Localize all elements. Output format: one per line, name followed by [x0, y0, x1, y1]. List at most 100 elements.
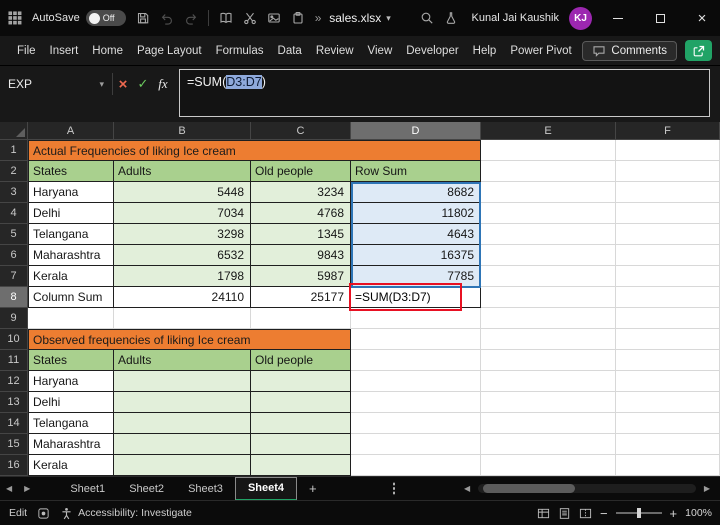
app-launcher-icon[interactable]: [8, 11, 22, 25]
cell-F14[interactable]: [616, 413, 720, 434]
cell-B13[interactable]: [114, 392, 251, 413]
formula-input[interactable]: =SUM(D3:D7): [179, 69, 710, 117]
sheet-tab-sheet3[interactable]: Sheet3: [176, 477, 235, 501]
cell-D12[interactable]: [351, 371, 481, 392]
cell-B4[interactable]: 7034: [114, 203, 251, 224]
row-header-11[interactable]: 11: [0, 350, 28, 371]
cell-A4[interactable]: Delhi: [28, 203, 114, 224]
cut-icon[interactable]: [243, 11, 257, 25]
cell-D3[interactable]: 8682: [351, 182, 481, 203]
row-header-8[interactable]: 8: [0, 287, 28, 308]
zoom-out-button[interactable]: −: [600, 506, 608, 521]
row-header-1[interactable]: 1: [0, 140, 28, 161]
cell-E3[interactable]: [481, 182, 616, 203]
ribbon-tab-data[interactable]: Data: [271, 36, 309, 66]
cell-B14[interactable]: [114, 413, 251, 434]
new-sheet-button[interactable]: +: [297, 481, 329, 496]
cell-F9[interactable]: [616, 308, 720, 329]
file-name-control[interactable]: sales.xlsx ▾: [329, 11, 391, 25]
page-break-view-icon[interactable]: [579, 507, 592, 520]
sheet-nav-right-icon[interactable]: ▶: [18, 484, 36, 493]
row-header-10[interactable]: 10: [0, 329, 28, 350]
row-header-5[interactable]: 5: [0, 224, 28, 245]
cell-B3[interactable]: 5448: [114, 182, 251, 203]
cell-E12[interactable]: [481, 371, 616, 392]
cell-F11[interactable]: [616, 350, 720, 371]
ribbon-tab-formulas[interactable]: Formulas: [209, 36, 271, 66]
ribbon-tab-home[interactable]: Home: [85, 36, 130, 66]
scroll-right-icon[interactable]: ▶: [698, 484, 716, 493]
cell-A15[interactable]: Maharashtra: [28, 434, 114, 455]
cell-A5[interactable]: Telangana: [28, 224, 114, 245]
cell-D6[interactable]: 16375: [351, 245, 481, 266]
column-header-D[interactable]: D: [351, 122, 481, 140]
zoom-slider[interactable]: [616, 512, 662, 514]
cell-A16[interactable]: Kerala: [28, 455, 114, 476]
avatar[interactable]: KJ: [569, 7, 592, 30]
name-box[interactable]: EXP ▾: [0, 66, 112, 102]
cell-E14[interactable]: [481, 413, 616, 434]
cell-F10[interactable]: [616, 329, 720, 350]
name-box-dropdown-icon[interactable]: ▾: [99, 79, 104, 90]
accessibility-checker[interactable]: Accessibility: Investigate: [60, 507, 192, 520]
cell-C8[interactable]: 25177: [251, 287, 351, 308]
redo-icon[interactable]: [184, 11, 198, 25]
toolbar-overflow-icon[interactable]: »: [315, 11, 322, 25]
book-icon[interactable]: [219, 11, 233, 25]
sheet-tab-sheet2[interactable]: Sheet2: [117, 477, 176, 501]
cell-C15[interactable]: [251, 434, 351, 455]
cell-C4[interactable]: 4768: [251, 203, 351, 224]
zoom-slider-thumb[interactable]: [637, 508, 641, 518]
cell-D10[interactable]: [351, 329, 481, 350]
sheet-nav-left-icon[interactable]: ◀: [0, 484, 18, 493]
cell-B5[interactable]: 3298: [114, 224, 251, 245]
cell-B2[interactable]: Adults: [114, 161, 251, 182]
cell-F6[interactable]: [616, 245, 720, 266]
cell-A14[interactable]: Telangana: [28, 413, 114, 434]
ribbon-tab-developer[interactable]: Developer: [399, 36, 465, 66]
cell-A12[interactable]: Haryana: [28, 371, 114, 392]
row-header-6[interactable]: 6: [0, 245, 28, 266]
cell-A3[interactable]: Haryana: [28, 182, 114, 203]
cell-D14[interactable]: [351, 413, 481, 434]
zoom-in-button[interactable]: +: [670, 506, 678, 521]
sheet-menu-icon[interactable]: [393, 487, 396, 490]
cell-C13[interactable]: [251, 392, 351, 413]
macro-record-icon[interactable]: [37, 507, 50, 520]
cell-E10[interactable]: [481, 329, 616, 350]
cell-E7[interactable]: [481, 266, 616, 287]
cell-C12[interactable]: [251, 371, 351, 392]
enter-button[interactable]: ✓: [133, 66, 153, 102]
cell-D8[interactable]: =SUM(D3:D7): [351, 287, 481, 308]
cancel-button[interactable]: ×: [113, 66, 133, 102]
row-header-3[interactable]: 3: [0, 182, 28, 203]
user-name[interactable]: Kunal Jai Kaushik: [472, 12, 559, 24]
column-header-B[interactable]: B: [114, 122, 251, 140]
image-icon[interactable]: [267, 11, 281, 25]
cell-D16[interactable]: [351, 455, 481, 476]
ribbon-tab-insert[interactable]: Insert: [43, 36, 86, 66]
row-header-2[interactable]: 2: [0, 161, 28, 182]
cell-C16[interactable]: [251, 455, 351, 476]
sheet-tab-sheet1[interactable]: Sheet1: [58, 477, 117, 501]
row-header-15[interactable]: 15: [0, 434, 28, 455]
cell-B12[interactable]: [114, 371, 251, 392]
cell-E2[interactable]: [481, 161, 616, 182]
cell-C6[interactable]: 9843: [251, 245, 351, 266]
cell-F12[interactable]: [616, 371, 720, 392]
cell-D5[interactable]: 4643: [351, 224, 481, 245]
cell-A10[interactable]: Observed frequencies of liking Ice cream: [28, 329, 351, 350]
cell-D9[interactable]: [351, 308, 481, 329]
column-header-A[interactable]: A: [28, 122, 114, 140]
zoom-level[interactable]: 100%: [685, 507, 712, 519]
comments-button[interactable]: Comments: [582, 41, 677, 61]
row-header-14[interactable]: 14: [0, 413, 28, 434]
row-header-7[interactable]: 7: [0, 266, 28, 287]
cell-C11[interactable]: Old people: [251, 350, 351, 371]
cell-E16[interactable]: [481, 455, 616, 476]
ribbon-tab-view[interactable]: View: [361, 36, 400, 66]
cell-D13[interactable]: [351, 392, 481, 413]
scrollbar-thumb[interactable]: [483, 484, 575, 493]
row-header-12[interactable]: 12: [0, 371, 28, 392]
column-header-F[interactable]: F: [616, 122, 720, 140]
